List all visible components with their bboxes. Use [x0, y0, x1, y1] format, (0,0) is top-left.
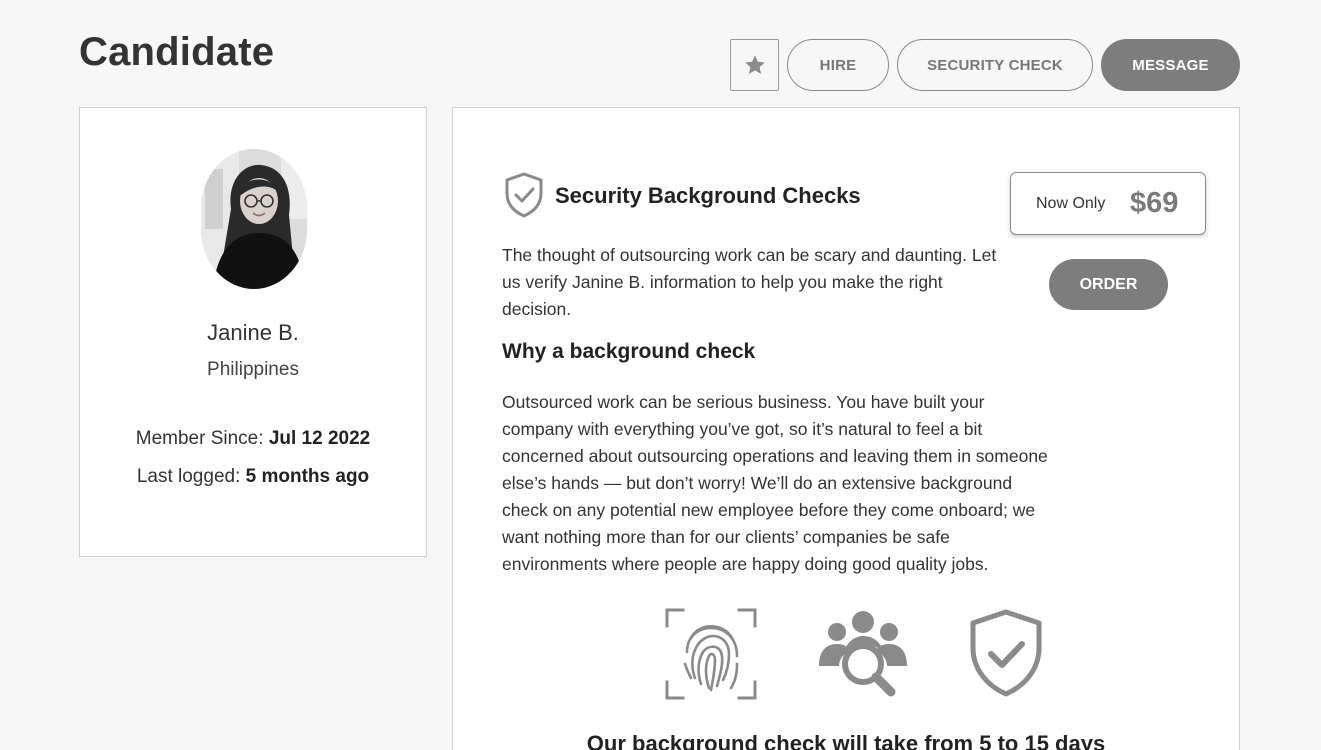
section-title: Security Background Checks	[555, 183, 861, 208]
security-check-button[interactable]: SECURITY CHECK	[897, 39, 1093, 91]
price-box: Now Only $69	[1010, 172, 1206, 235]
message-button[interactable]: MESSAGE	[1101, 39, 1240, 91]
why-title: Why a background check	[502, 340, 756, 363]
shield-check-icon	[505, 172, 543, 218]
last-logged-value: 5 months ago	[245, 466, 370, 487]
price-value: $69	[1130, 187, 1179, 219]
why-text: Outsourced work can be serious business.…	[502, 392, 1048, 574]
intro-text: The thought of outsourcing work can be s…	[502, 245, 997, 319]
people-search-icon	[819, 611, 907, 697]
favorite-button[interactable]	[730, 39, 779, 91]
candidate-country: Philippines	[207, 359, 299, 380]
page-title: Candidate	[79, 30, 275, 74]
fingerprint-icon	[665, 608, 757, 700]
profile-card: Janine B. Philippines Member Since: Jul …	[79, 107, 427, 557]
member-since: Member Since: Jul 12 2022	[80, 428, 426, 450]
duration-text: Our background check will take from 5 to…	[586, 731, 1106, 750]
member-since-value: Jul 12 2022	[268, 428, 371, 449]
hire-button[interactable]: HIRE	[787, 39, 889, 91]
last-logged-label: Last logged:	[136, 466, 241, 487]
shield-check-icon	[970, 609, 1042, 697]
star-icon	[744, 55, 765, 74]
price-label: Now Only	[1036, 195, 1106, 212]
last-logged: Last logged: 5 months ago	[80, 466, 426, 488]
candidate-name: Janine B.	[207, 320, 299, 345]
avatar	[201, 149, 307, 289]
member-since-label: Member Since:	[135, 428, 264, 449]
order-button[interactable]: ORDER	[1049, 259, 1168, 310]
security-check-panel: Security Background Checks The thought o…	[452, 107, 1240, 750]
